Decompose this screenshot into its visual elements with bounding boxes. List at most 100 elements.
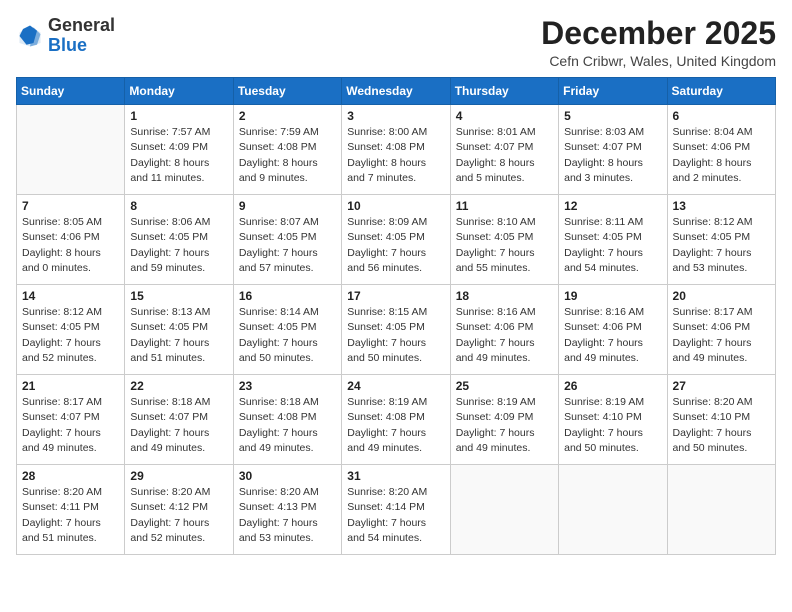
weekday-header: Saturday	[667, 78, 775, 105]
calendar-cell	[559, 465, 667, 555]
day-number: 17	[347, 289, 444, 303]
day-number: 4	[456, 109, 553, 123]
calendar-cell: 31 Sunrise: 8:20 AM Sunset: 4:14 PM Dayli…	[342, 465, 450, 555]
day-info: Sunrise: 8:20 AM Sunset: 4:10 PM Dayligh…	[673, 395, 770, 456]
calendar-cell: 23Sunrise: 8:18 AM Sunset: 4:08 PM Dayli…	[233, 375, 341, 465]
day-info: Sunrise: 8:17 AM Sunset: 4:07 PM Dayligh…	[22, 395, 119, 456]
weekday-header: Sunday	[17, 78, 125, 105]
calendar-cell: 11Sunrise: 8:10 AM Sunset: 4:05 PM Dayli…	[450, 195, 558, 285]
calendar-cell: 1 Sunrise: 7:57 AM Sunset: 4:09 PM Daylig…	[125, 105, 233, 195]
calendar-cell: 16 Sunrise: 8:14 AM Sunset: 4:05 PM Dayli…	[233, 285, 341, 375]
day-number: 20	[673, 289, 770, 303]
day-number: 1	[130, 109, 227, 123]
day-info: Sunrise: 8:16 AM Sunset: 4:06 PM Dayligh…	[456, 305, 553, 366]
week-row: 14 Sunrise: 8:12 AM Sunset: 4:05 PM Dayli…	[17, 285, 776, 375]
day-info: Sunrise: 8:04 AM Sunset: 4:06 PM Dayligh…	[673, 125, 770, 186]
day-number: 19	[564, 289, 661, 303]
calendar-cell: 2 Sunrise: 7:59 AM Sunset: 4:08 PM Daylig…	[233, 105, 341, 195]
calendar-table: SundayMondayTuesdayWednesdayThursdayFrid…	[16, 77, 776, 555]
calendar-cell: 26 Sunrise: 8:19 AM Sunset: 4:10 PM Dayli…	[559, 375, 667, 465]
day-number: 13	[673, 199, 770, 213]
day-number: 16	[239, 289, 336, 303]
calendar-cell: 15Sunrise: 8:13 AM Sunset: 4:05 PM Dayli…	[125, 285, 233, 375]
day-number: 29	[130, 469, 227, 483]
day-number: 5	[564, 109, 661, 123]
logo: General Blue	[16, 16, 115, 56]
day-info: Sunrise: 8:19 AM Sunset: 4:09 PM Dayligh…	[456, 395, 553, 456]
calendar-cell: 30 Sunrise: 8:20 AM Sunset: 4:13 PM Dayli…	[233, 465, 341, 555]
day-info: Sunrise: 8:12 AM Sunset: 4:05 PM Dayligh…	[673, 215, 770, 276]
day-number: 31	[347, 469, 444, 483]
day-info: Sunrise: 8:09 AM Sunset: 4:05 PM Dayligh…	[347, 215, 444, 276]
calendar-cell: 19Sunrise: 8:16 AM Sunset: 4:06 PM Dayli…	[559, 285, 667, 375]
calendar-cell	[17, 105, 125, 195]
calendar-cell: 6 Sunrise: 8:04 AM Sunset: 4:06 PM Daylig…	[667, 105, 775, 195]
day-info: Sunrise: 8:20 AM Sunset: 4:14 PM Dayligh…	[347, 485, 444, 546]
day-info: Sunrise: 8:20 AM Sunset: 4:11 PM Dayligh…	[22, 485, 119, 546]
day-number: 18	[456, 289, 553, 303]
day-info: Sunrise: 8:19 AM Sunset: 4:10 PM Dayligh…	[564, 395, 661, 456]
day-number: 30	[239, 469, 336, 483]
day-number: 12	[564, 199, 661, 213]
day-number: 27	[673, 379, 770, 393]
calendar-cell: 8 Sunrise: 8:06 AM Sunset: 4:05 PM Daylig…	[125, 195, 233, 285]
calendar-cell: 27 Sunrise: 8:20 AM Sunset: 4:10 PM Dayli…	[667, 375, 775, 465]
day-number: 10	[347, 199, 444, 213]
calendar-cell: 18 Sunrise: 8:16 AM Sunset: 4:06 PM Dayli…	[450, 285, 558, 375]
calendar-cell: 13 Sunrise: 8:12 AM Sunset: 4:05 PM Dayli…	[667, 195, 775, 285]
day-number: 7	[22, 199, 119, 213]
calendar-cell: 4 Sunrise: 8:01 AM Sunset: 4:07 PM Daylig…	[450, 105, 558, 195]
calendar-cell: 21 Sunrise: 8:17 AM Sunset: 4:07 PM Dayli…	[17, 375, 125, 465]
logo-text: General Blue	[48, 16, 115, 56]
day-number: 9	[239, 199, 336, 213]
week-row: 28Sunrise: 8:20 AM Sunset: 4:11 PM Dayli…	[17, 465, 776, 555]
day-number: 3	[347, 109, 444, 123]
week-row: 1 Sunrise: 7:57 AM Sunset: 4:09 PM Daylig…	[17, 105, 776, 195]
day-info: Sunrise: 8:00 AM Sunset: 4:08 PM Dayligh…	[347, 125, 444, 186]
weekday-header: Wednesday	[342, 78, 450, 105]
weekday-header: Tuesday	[233, 78, 341, 105]
day-info: Sunrise: 8:14 AM Sunset: 4:05 PM Dayligh…	[239, 305, 336, 366]
day-number: 2	[239, 109, 336, 123]
weekday-header: Monday	[125, 78, 233, 105]
calendar-cell	[667, 465, 775, 555]
weekday-header: Friday	[559, 78, 667, 105]
month-title: December 2025	[541, 16, 776, 51]
calendar-cell	[450, 465, 558, 555]
calendar-cell: 28Sunrise: 8:20 AM Sunset: 4:11 PM Dayli…	[17, 465, 125, 555]
weekday-header: Thursday	[450, 78, 558, 105]
day-info: Sunrise: 8:06 AM Sunset: 4:05 PM Dayligh…	[130, 215, 227, 276]
day-number: 24	[347, 379, 444, 393]
calendar-header-row: SundayMondayTuesdayWednesdayThursdayFrid…	[17, 78, 776, 105]
day-number: 14	[22, 289, 119, 303]
day-info: Sunrise: 8:03 AM Sunset: 4:07 PM Dayligh…	[564, 125, 661, 186]
day-number: 8	[130, 199, 227, 213]
day-number: 6	[673, 109, 770, 123]
calendar-cell: 5 Sunrise: 8:03 AM Sunset: 4:07 PM Daylig…	[559, 105, 667, 195]
day-number: 21	[22, 379, 119, 393]
day-number: 26	[564, 379, 661, 393]
calendar-cell: 17 Sunrise: 8:15 AM Sunset: 4:05 PM Dayli…	[342, 285, 450, 375]
day-info: Sunrise: 7:59 AM Sunset: 4:08 PM Dayligh…	[239, 125, 336, 186]
calendar-cell: 10 Sunrise: 8:09 AM Sunset: 4:05 PM Dayli…	[342, 195, 450, 285]
logo-icon	[16, 22, 44, 50]
calendar-cell: 9 Sunrise: 8:07 AM Sunset: 4:05 PM Daylig…	[233, 195, 341, 285]
day-info: Sunrise: 8:07 AM Sunset: 4:05 PM Dayligh…	[239, 215, 336, 276]
day-number: 22	[130, 379, 227, 393]
calendar-cell: 14 Sunrise: 8:12 AM Sunset: 4:05 PM Dayli…	[17, 285, 125, 375]
day-info: Sunrise: 8:15 AM Sunset: 4:05 PM Dayligh…	[347, 305, 444, 366]
day-info: Sunrise: 8:18 AM Sunset: 4:07 PM Dayligh…	[130, 395, 227, 456]
calendar-cell: 7Sunrise: 8:05 AM Sunset: 4:06 PM Daylig…	[17, 195, 125, 285]
day-info: Sunrise: 8:20 AM Sunset: 4:13 PM Dayligh…	[239, 485, 336, 546]
calendar-cell: 25Sunrise: 8:19 AM Sunset: 4:09 PM Dayli…	[450, 375, 558, 465]
calendar-cell: 3 Sunrise: 8:00 AM Sunset: 4:08 PM Daylig…	[342, 105, 450, 195]
day-info: Sunrise: 8:01 AM Sunset: 4:07 PM Dayligh…	[456, 125, 553, 186]
calendar-cell: 12 Sunrise: 8:11 AM Sunset: 4:05 PM Dayli…	[559, 195, 667, 285]
day-info: Sunrise: 8:19 AM Sunset: 4:08 PM Dayligh…	[347, 395, 444, 456]
calendar-cell: 24 Sunrise: 8:19 AM Sunset: 4:08 PM Dayli…	[342, 375, 450, 465]
day-info: Sunrise: 8:12 AM Sunset: 4:05 PM Dayligh…	[22, 305, 119, 366]
day-info: Sunrise: 7:57 AM Sunset: 4:09 PM Dayligh…	[130, 125, 227, 186]
week-row: 7Sunrise: 8:05 AM Sunset: 4:06 PM Daylig…	[17, 195, 776, 285]
day-info: Sunrise: 8:11 AM Sunset: 4:05 PM Dayligh…	[564, 215, 661, 276]
day-info: Sunrise: 8:18 AM Sunset: 4:08 PM Dayligh…	[239, 395, 336, 456]
